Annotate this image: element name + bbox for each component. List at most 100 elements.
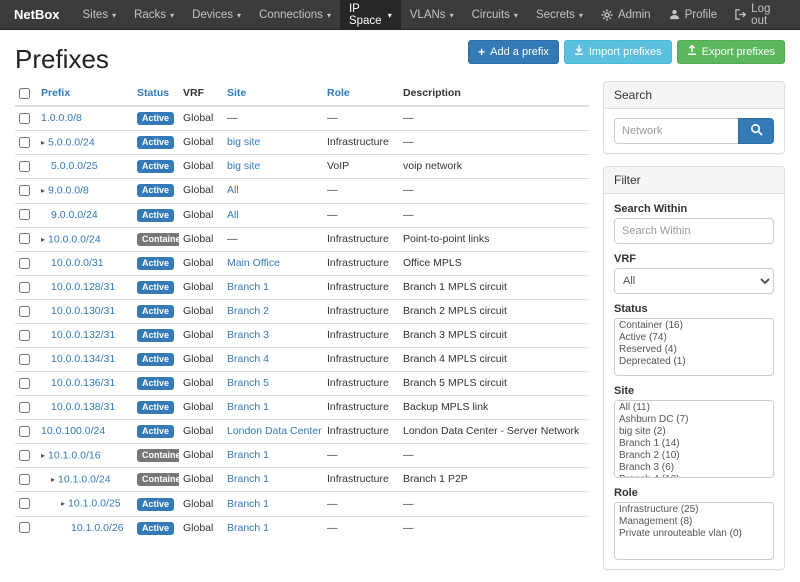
search-input[interactable] — [614, 118, 738, 144]
site-link[interactable]: Branch 3 — [227, 329, 269, 341]
nav-menu-item[interactable]: VLANs▾ — [401, 0, 463, 29]
row-checkbox[interactable] — [19, 258, 30, 269]
site-link[interactable]: big site — [227, 136, 260, 148]
prefix-link[interactable]: 10.1.0.0/24 — [58, 473, 111, 485]
column-header-status[interactable]: Status — [137, 87, 169, 99]
filter-option[interactable]: Reserved (4) — [616, 344, 772, 356]
row-checkbox[interactable] — [19, 233, 30, 244]
column-header-role[interactable]: Role — [327, 87, 350, 99]
prefix-link[interactable]: 10.0.0.0/31 — [51, 257, 104, 269]
prefix-link[interactable]: 9.0.0.0/8 — [48, 185, 89, 197]
prefix-link[interactable]: 10.0.0.132/31 — [51, 329, 115, 341]
row-checkbox[interactable] — [19, 209, 30, 220]
site-link[interactable]: Branch 2 — [227, 305, 269, 317]
nav-menu-item[interactable]: Racks▾ — [125, 0, 183, 29]
nav-menu-item[interactable]: Secrets▾ — [527, 0, 592, 29]
import-prefixes-button[interactable]: Import prefixes — [564, 40, 672, 64]
filter-option[interactable]: Container (16) — [616, 320, 772, 332]
prefix-link[interactable]: 10.1.0.0/16 — [48, 449, 101, 461]
brand-link[interactable]: NetBox — [0, 0, 74, 29]
prefix-link[interactable]: 9.0.0.0/24 — [51, 209, 98, 221]
prefix-link[interactable]: 10.0.0.138/31 — [51, 401, 115, 413]
row-checkbox[interactable] — [19, 426, 30, 437]
site-link[interactable]: Branch 5 — [227, 377, 269, 389]
nav-menu-item[interactable]: IP Space▾ — [340, 0, 401, 29]
filter-option[interactable]: Infrastructure (25) — [616, 504, 772, 516]
row-checkbox[interactable] — [19, 161, 30, 172]
prefix-link[interactable]: 10.0.0.136/31 — [51, 377, 115, 389]
vrf-select[interactable]: All — [614, 268, 774, 294]
filter-option[interactable]: Management (8) — [616, 516, 772, 528]
prefix-link[interactable]: 5.0.0.0/24 — [48, 136, 95, 148]
export-prefixes-button[interactable]: Export prefixes — [677, 40, 785, 64]
prefix-link[interactable]: 10.0.0.130/31 — [51, 305, 115, 317]
prefix-link[interactable]: 10.1.0.0/26 — [71, 522, 124, 534]
vrf-cell: Global — [179, 227, 223, 251]
site-link[interactable]: Branch 1 — [227, 401, 269, 413]
nav-menu-item[interactable]: Devices▾ — [183, 0, 250, 29]
role-cell: — — [323, 492, 399, 516]
filter-option[interactable]: Branch 4 (12) — [616, 474, 772, 478]
select-all-checkbox[interactable] — [19, 88, 30, 99]
row-checkbox[interactable] — [19, 450, 30, 461]
logout-link[interactable]: Log out — [726, 0, 794, 29]
site-link[interactable]: All — [227, 209, 239, 221]
site-link[interactable]: Branch 4 — [227, 353, 269, 365]
nav-menu-item[interactable]: Circuits▾ — [463, 0, 527, 29]
row-checkbox[interactable] — [19, 306, 30, 317]
row-checkbox[interactable] — [19, 137, 30, 148]
status-badge: Container — [137, 473, 179, 486]
filter-option[interactable]: Private unrouteable vlan (0) — [616, 528, 772, 540]
status-filter-select[interactable]: Container (16)Active (74)Reserved (4)Dep… — [614, 318, 774, 376]
site-link[interactable]: Branch 1 — [227, 449, 269, 461]
prefix-link[interactable]: 10.0.0.0/24 — [48, 233, 101, 245]
site-link[interactable]: Main Office — [227, 257, 280, 269]
prefix-link[interactable]: 10.0.0.128/31 — [51, 281, 115, 293]
site-link[interactable]: big site — [227, 160, 260, 172]
row-checkbox[interactable] — [19, 185, 30, 196]
filter-option[interactable]: Branch 1 (14) — [616, 438, 772, 450]
row-checkbox[interactable] — [19, 402, 30, 413]
filter-option[interactable]: Branch 3 (6) — [616, 462, 772, 474]
nav-menu-item[interactable]: Connections▾ — [250, 0, 340, 29]
prefix-link[interactable]: 10.0.100.0/24 — [41, 425, 105, 437]
role-cell: Infrastructure — [323, 251, 399, 275]
filter-option[interactable]: Branch 2 (10) — [616, 450, 772, 462]
row-checkbox[interactable] — [19, 282, 30, 293]
row-checkbox[interactable] — [19, 354, 30, 365]
nav-menu-item[interactable]: Sites▾ — [74, 0, 126, 29]
filter-option[interactable]: Active (74) — [616, 332, 772, 344]
row-checkbox[interactable] — [19, 330, 30, 341]
prefix-link[interactable]: 5.0.0.0/25 — [51, 160, 98, 172]
add-prefix-button[interactable]: + Add a prefix — [468, 40, 559, 64]
prefix-link[interactable]: 10.0.0.134/31 — [51, 353, 115, 365]
row-checkbox[interactable] — [19, 474, 30, 485]
site-link[interactable]: London Data Center — [227, 425, 322, 437]
profile-link[interactable]: Profile — [660, 0, 727, 29]
plus-icon: + — [478, 46, 485, 58]
filter-option[interactable]: All (11) — [616, 402, 772, 414]
site-link[interactable]: Branch 1 — [227, 522, 269, 534]
row-checkbox[interactable] — [19, 378, 30, 389]
row-checkbox[interactable] — [19, 113, 30, 124]
export-prefixes-label: Export prefixes — [702, 46, 775, 59]
filter-option[interactable]: Deprecated (1) — [616, 356, 772, 368]
column-header-prefix[interactable]: Prefix — [41, 87, 70, 99]
description-cell: — — [399, 492, 589, 516]
admin-link[interactable]: Admin — [592, 0, 660, 29]
row-checkbox[interactable] — [19, 522, 30, 533]
site-link[interactable]: Branch 1 — [227, 498, 269, 510]
site-link[interactable]: Branch 1 — [227, 281, 269, 293]
site-link[interactable]: Branch 1 — [227, 473, 269, 485]
prefix-link[interactable]: 10.1.0.0/25 — [68, 498, 121, 510]
table-row: 5.0.0.0/25 Active Global big site VoIP v… — [15, 155, 589, 179]
row-checkbox[interactable] — [19, 498, 30, 509]
search-button[interactable] — [738, 118, 774, 144]
prefix-link[interactable]: 1.0.0.0/8 — [41, 112, 82, 124]
search-within-input[interactable] — [614, 218, 774, 244]
filter-option[interactable]: Ashburn DC (7) — [616, 414, 772, 426]
filter-option[interactable]: big site (2) — [616, 426, 772, 438]
column-header-site[interactable]: Site — [227, 87, 246, 99]
site-filter-select[interactable]: All (11)Ashburn DC (7)big site (2)Branch… — [614, 400, 774, 478]
site-link[interactable]: All — [227, 184, 239, 196]
